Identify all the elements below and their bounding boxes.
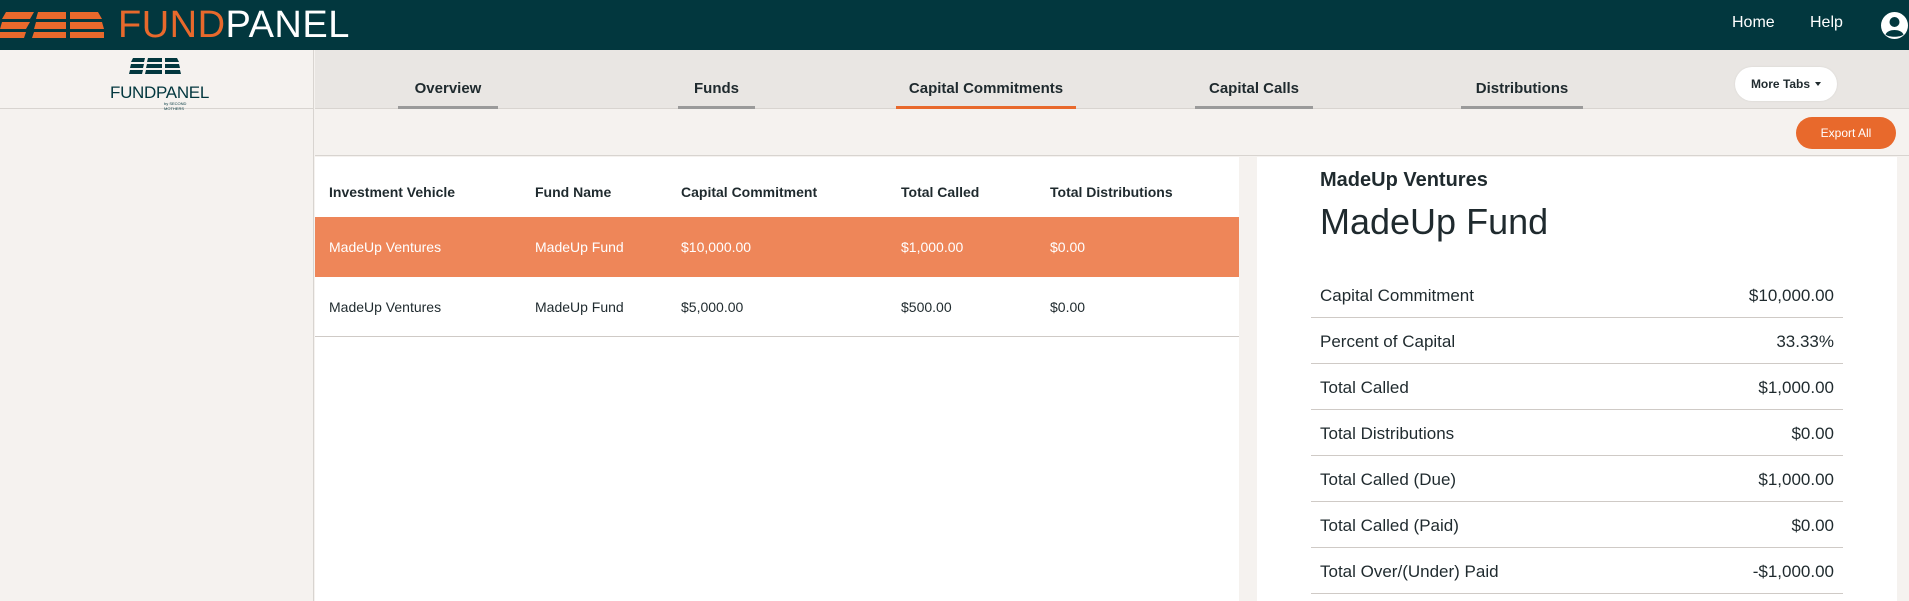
commitments-table: Investment Vehicle Fund Name Capital Com… (315, 157, 1239, 601)
table-cell: MadeUp Ventures (329, 299, 442, 315)
sidebar-logo-sub: by SECOND MOTHERS (164, 101, 187, 111)
detail-value: $0.00 (1791, 516, 1834, 535)
tab-capital-commitments[interactable]: Capital Commitments (896, 80, 1076, 109)
table-cell: $0.00 (1050, 239, 1086, 255)
detail-value: $0.00 (1791, 424, 1834, 443)
table-cell: MadeUp Ventures (329, 239, 442, 255)
panel-divider (1239, 157, 1257, 601)
detail-label: Total Distributions (1320, 424, 1455, 443)
sidebar-logo[interactable]: FUNDPANEL by SECOND MOTHERS (110, 58, 209, 111)
user-account-icon[interactable] (1880, 11, 1909, 40)
detail-value: 33.33% (1776, 332, 1834, 351)
toolbar: Export All (315, 110, 1909, 156)
brand-logo[interactable]: FUNDPANEL (0, 0, 350, 50)
tab-overview[interactable]: Overview (398, 80, 498, 109)
nav-help-link[interactable]: Help (1810, 14, 1843, 32)
caret-down-icon (1815, 82, 1822, 86)
detail-row-total-called-due: Total Called (Due) $1,000.00 (1311, 456, 1843, 502)
column-header[interactable]: Capital Commitment (681, 182, 817, 202)
table-cell: $5,000.00 (681, 299, 744, 315)
detail-label: Total Called (Due) (1320, 470, 1457, 489)
tab-bar: Overview Funds Capital Commitments Capit… (315, 50, 1909, 109)
sidebar-logo-icon (129, 58, 181, 74)
detail-row-percent-of-capital: Percent of Capital 33.33% (1311, 318, 1843, 364)
column-header[interactable]: Total Called (901, 182, 979, 202)
fundpanel-logo-icon (0, 12, 104, 38)
tab-distributions[interactable]: Distributions (1461, 80, 1583, 109)
sidebar-panel-text: PANEL (156, 83, 210, 102)
brand-fund-text: FUND (118, 4, 226, 46)
table-cell: $1,000.00 (901, 239, 964, 255)
sidebar-wordmark: FUNDPANEL (110, 83, 209, 103)
detail-label: Total Called (1320, 378, 1409, 397)
table-cell: $500.00 (901, 299, 952, 315)
detail-row-total-distributions: Total Distributions $0.00 (1311, 410, 1843, 456)
tab-funds[interactable]: Funds (678, 80, 755, 109)
detail-row-total-called-paid: Total Called (Paid) $0.00 (1311, 502, 1843, 548)
detail-vehicle-name: MadeUp Ventures (1320, 169, 1488, 191)
column-header[interactable]: Total Distributions (1050, 182, 1173, 202)
detail-value: -$1,000.00 (1752, 562, 1834, 581)
table-row[interactable]: MadeUp Ventures MadeUp Fund $10,000.00 $… (315, 217, 1239, 277)
detail-label: Percent of Capital (1320, 332, 1456, 351)
sidebar-logo-area: FUNDPANEL by SECOND MOTHERS (0, 50, 314, 111)
commitment-detail-panel: MadeUp Ventures MadeUp Fund Capital Comm… (1257, 157, 1897, 601)
table-cell: MadeUp Fund (535, 239, 624, 255)
table-cell: $10,000.00 (681, 239, 752, 255)
table-header-row: Investment Vehicle Fund Name Capital Com… (315, 157, 1239, 217)
detail-label: Total Over/(Under) Paid (1320, 562, 1499, 581)
export-all-button[interactable]: Export All (1796, 117, 1896, 149)
table-row[interactable]: MadeUp Ventures MadeUp Fund $5,000.00 $5… (315, 277, 1239, 337)
detail-value: $10,000.00 (1748, 286, 1834, 305)
sidebar-fund-text: FUND (110, 83, 157, 102)
sidebar: FUNDPANEL by SECOND MOTHERS (0, 50, 314, 601)
detail-label: Total Called (Paid) (1320, 516, 1459, 535)
more-tabs-dropdown[interactable]: More Tabs (1735, 67, 1837, 101)
column-header[interactable]: Investment Vehicle (329, 182, 455, 202)
table-cell: $0.00 (1050, 299, 1086, 315)
table-cell: MadeUp Fund (535, 299, 624, 315)
nav-home-link[interactable]: Home (1732, 14, 1775, 32)
column-header[interactable]: Fund Name (535, 182, 611, 202)
detail-fund-name: MadeUp Fund (1320, 201, 1549, 242)
detail-value: $1,000.00 (1758, 470, 1834, 489)
top-bar: FUNDPANEL Home Help (0, 0, 1909, 50)
tab-capital-calls[interactable]: Capital Calls (1195, 80, 1313, 109)
brand-panel-text: PANEL (225, 4, 350, 46)
detail-label: Capital Commitment (1320, 286, 1474, 305)
detail-row-total-called: Total Called $1,000.00 (1311, 364, 1843, 410)
brand-wordmark: FUNDPANEL (118, 0, 350, 50)
detail-row-capital-commitment: Capital Commitment $10,000.00 (1311, 272, 1843, 318)
detail-row-total-over-under-paid: Total Over/(Under) Paid -$1,000.00 (1311, 548, 1843, 594)
more-tabs-label: More Tabs (1750, 77, 1811, 91)
detail-value: $1,000.00 (1758, 378, 1834, 397)
